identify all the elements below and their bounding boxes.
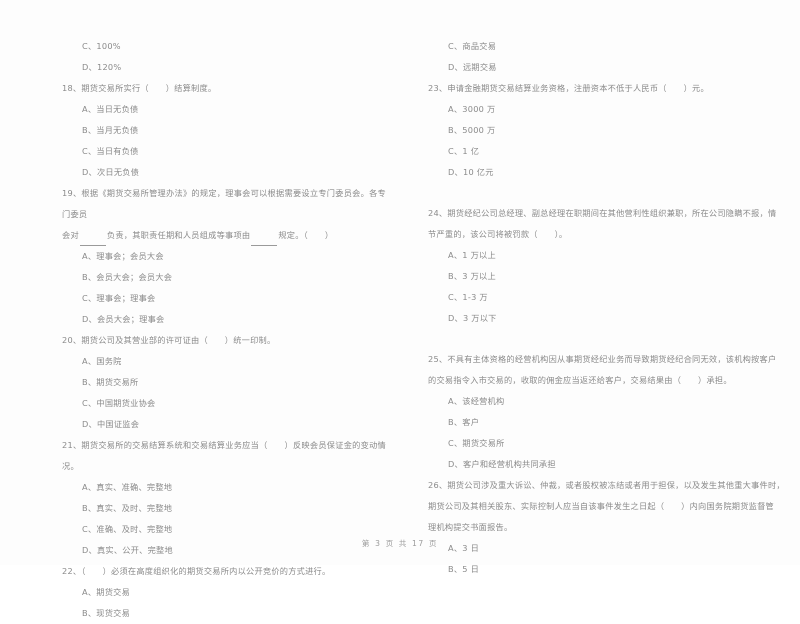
question-20-option-d[interactable]: D、中国证监会 — [62, 414, 386, 435]
question-19-option-a[interactable]: A、理事会；会员大会 — [62, 246, 386, 267]
question-24-stem-line-2: 节严重的，该公司将被罚款（ ）。 — [428, 229, 568, 239]
right-column: C、商品交易 D、远期交易 23、申请金融期货交易结算业务资格，注册资本不低于人… — [400, 36, 800, 574]
left-column: C、100% D、120% 18、期货交易所实行（ ）结算制度。 A、当日无负债… — [0, 36, 400, 618]
question-25: 25、不具有主体资格的经营机构因从事期货经纪业务而导致期货经纪合同无效，该机构按… — [428, 349, 786, 475]
question-23-option-b[interactable]: B、5000 万 — [428, 120, 786, 141]
question-18-option-c[interactable]: C、当日有负债 — [62, 141, 386, 162]
question-21-option-c[interactable]: C、准确、及时、完整地 — [62, 519, 386, 540]
question-24-option-d[interactable]: D、3 万以下 — [428, 308, 786, 329]
gap-after-q23 — [428, 183, 786, 203]
question-22-stem: 22、（ ）必须在高度组织化的期货交易所内以公开竞价的方式进行。 — [62, 566, 331, 576]
question-19-option-c[interactable]: C、理事会；理事会 — [62, 288, 386, 309]
question-23-option-c[interactable]: C、1 亿 — [428, 141, 786, 162]
question-21-stem: 21、期货交易所的交易结算系统和交易结算业务应当（ ）反映会员保证金的变动情况。 — [62, 440, 386, 471]
question-19: 19、根据《期货交易所管理办法》的规定，理事会可以根据需要设立专门委员会。各专门… — [62, 183, 386, 330]
question-26: 26、期货公司涉及重大诉讼、仲裁，或者股权被冻结或者用于担保，以及发生其他重大事… — [428, 475, 786, 580]
question-19-option-d[interactable]: D、会员大会；理事会 — [62, 309, 386, 330]
question-18-option-d[interactable]: D、次日无负债 — [62, 162, 386, 183]
question-25-option-c[interactable]: C、期货交易所 — [428, 433, 786, 454]
gap-after-q24 — [428, 329, 786, 349]
question-18: 18、期货交易所实行（ ）结算制度。 A、当日无负债 B、当月无负债 C、当日有… — [62, 78, 386, 183]
question-20-option-b[interactable]: B、期货交易所 — [62, 372, 386, 393]
question-24: 24、期货经纪公司总经理、副总经理在职期间在其他营利性组织兼职，所在公司隐瞒不报… — [428, 203, 786, 329]
question-24-option-b[interactable]: B、3 万以上 — [428, 266, 786, 287]
question-24-stem-line-1: 24、期货经纪公司总经理、副总经理在职期间在其他营利性组织兼职，所在公司隐瞒不报… — [428, 208, 777, 218]
question-26-option-b[interactable]: B、5 日 — [428, 559, 786, 580]
question-19-stem-part-b: 负责，其职责任期和人员组成等事项由 — [106, 230, 251, 240]
question-25-stem-line-1: 25、不具有主体资格的经营机构因从事期货经纪业务而导致期货经纪合同无效，该机构按… — [428, 354, 777, 364]
question-25-option-d[interactable]: D、客户和经营机构共同承担 — [428, 454, 786, 475]
question-22-option-a[interactable]: A、期货交易 — [62, 582, 386, 603]
two-column-body: C、100% D、120% 18、期货交易所实行（ ）结算制度。 A、当日无负债… — [0, 36, 800, 618]
question-21-option-b[interactable]: B、真实、及时、完整地 — [62, 498, 386, 519]
question-26-stem-line-1: 26、期货公司涉及重大诉讼、仲裁，或者股权被冻结或者用于担保，以及发生其他重大事… — [428, 480, 785, 490]
question-19-stem-part-a: 会对 — [62, 230, 79, 240]
question-25-option-a[interactable]: A、该经营机构 — [428, 391, 786, 412]
question-20-option-a[interactable]: A、国务院 — [62, 351, 386, 372]
question-22: 22、（ ）必须在高度组织化的期货交易所内以公开竞价的方式进行。 A、期货交易 … — [62, 561, 386, 624]
question-26-stem-line-2: 期货公司及其相关股东、实际控制人应当自该事件发生之日起（ ）内向国务院期货监督管 — [428, 501, 774, 511]
question-26-stem-line-3: 理机构提交书面报告。 — [428, 522, 513, 532]
question-19-option-b[interactable]: B、会员大会；会员大会 — [62, 267, 386, 288]
question-18-stem: 18、期货交易所实行（ ）结算制度。 — [62, 83, 217, 93]
question-25-option-b[interactable]: B、客户 — [428, 412, 786, 433]
question-19-stem-part-c: 规定。（ ） — [278, 230, 334, 240]
question-19-stem-line-2: 会对 负责，其职责任期和人员组成等事项由 规定。（ ） — [62, 225, 386, 246]
carryover-option-c: C、100% — [82, 41, 121, 51]
question-21-option-a[interactable]: A、真实、准确、完整地 — [62, 477, 386, 498]
carryover-option-c-right: C、商品交易 — [448, 41, 497, 51]
question-23-stem: 23、申请金融期货交易结算业务资格，注册资本不低于人民币（ ）元。 — [428, 83, 709, 93]
fill-blank-1 — [79, 236, 106, 246]
question-23: 23、申请金融期货交易结算业务资格，注册资本不低于人民币（ ）元。 A、3000… — [428, 78, 786, 183]
question-20-option-c[interactable]: C、中国期货业协会 — [62, 393, 386, 414]
question-18-option-a[interactable]: A、当日无负债 — [62, 99, 386, 120]
question-23-option-d[interactable]: D、10 亿元 — [428, 162, 786, 183]
question-22-option-b[interactable]: B、现货交易 — [62, 603, 386, 624]
fill-blank-2 — [251, 236, 278, 246]
question-20: 20、期货公司及其营业部的许可证由（ ）统一印制。 A、国务院 B、期货交易所 … — [62, 330, 386, 435]
carryover-option-d-right: D、远期交易 — [448, 62, 497, 72]
question-20-stem: 20、期货公司及其营业部的许可证由（ ）统一印制。 — [62, 335, 276, 345]
question-25-stem-line-2: 的交易指令入市交易的，收取的佣金应当返还给客户，交易结果由（ ）承担。 — [428, 375, 732, 385]
question-24-option-a[interactable]: A、1 万以上 — [428, 245, 786, 266]
question-23-option-a[interactable]: A、3000 万 — [428, 99, 786, 120]
question-19-stem-line-1: 19、根据《期货交易所管理办法》的规定，理事会可以根据需要设立专门委员会。各专门… — [62, 188, 386, 219]
carryover-option-d: D、120% — [82, 62, 122, 72]
page-footer: 第 3 页 共 17 页 — [361, 539, 439, 548]
question-24-option-c[interactable]: C、1-3 万 — [428, 287, 786, 308]
question-18-option-b[interactable]: B、当月无负债 — [62, 120, 386, 141]
exam-page: C、100% D、120% 18、期货交易所实行（ ）结算制度。 A、当日无负债… — [0, 0, 800, 618]
